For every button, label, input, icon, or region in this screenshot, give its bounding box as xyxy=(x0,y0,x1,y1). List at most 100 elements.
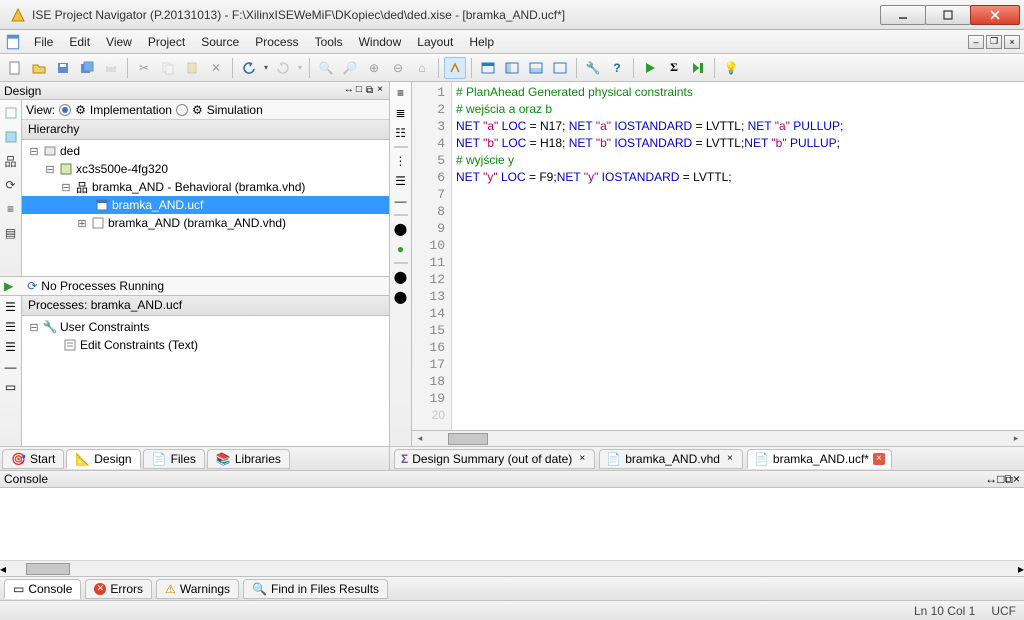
menu-process[interactable]: Process xyxy=(247,33,306,51)
menu-project[interactable]: Project xyxy=(140,33,193,51)
menu-window[interactable]: Window xyxy=(351,33,410,51)
mdi-close-button[interactable]: × xyxy=(1004,35,1020,49)
zoom-in-button[interactable]: ⊕ xyxy=(363,57,385,79)
tab-find-results[interactable]: 🔍Find in Files Results xyxy=(243,579,388,599)
editor-icon-7[interactable]: ⬤ xyxy=(394,222,407,236)
radio-implementation[interactable] xyxy=(59,104,71,116)
open-button[interactable] xyxy=(28,57,50,79)
menu-view[interactable]: View xyxy=(98,33,140,51)
window-4-button[interactable] xyxy=(549,57,571,79)
play-icon[interactable]: ▶ xyxy=(4,279,13,293)
window-3-button[interactable] xyxy=(525,57,547,79)
code-editor[interactable]: 1234567891011121314151617181920 # PlanAh… xyxy=(412,82,1024,430)
tab-console[interactable]: ▭Console xyxy=(4,579,81,599)
tab-design[interactable]: 📐Design xyxy=(66,449,140,469)
save-all-button[interactable] xyxy=(76,57,98,79)
radio-simulation[interactable] xyxy=(176,104,188,116)
panel-autohide-icon[interactable]: ⧉ xyxy=(364,85,375,97)
close-tab-icon[interactable]: × xyxy=(873,453,885,465)
design-icon[interactable] xyxy=(2,104,20,122)
console-body[interactable] xyxy=(0,488,1024,560)
editor-icon-4[interactable]: ⋮ xyxy=(395,154,407,168)
console-autohide-icon[interactable]: ⧉ xyxy=(1004,472,1013,487)
proc-icon-1[interactable]: ☰ xyxy=(5,300,16,314)
node-top[interactable]: bramka_AND - Behavioral (bramka.vhd) xyxy=(92,180,305,194)
tab-start[interactable]: 🎯Start xyxy=(2,449,64,469)
close-tab-icon[interactable]: × xyxy=(576,453,588,465)
layout-toggle-button[interactable] xyxy=(444,57,466,79)
tab-libraries[interactable]: 📚Libraries xyxy=(207,449,290,469)
rerun-button[interactable] xyxy=(687,57,709,79)
menu-layout[interactable]: Layout xyxy=(409,33,461,51)
window-1-button[interactable] xyxy=(477,57,499,79)
tab-errors[interactable]: ✕Errors xyxy=(85,579,152,599)
editor-icon-9[interactable]: ⬤ xyxy=(394,290,407,304)
tab-files[interactable]: 📄Files xyxy=(143,449,205,469)
save-button[interactable] xyxy=(52,57,74,79)
undo-button[interactable] xyxy=(238,57,260,79)
expand-all-icon[interactable]: ▤ xyxy=(2,224,20,242)
console-dock-icon[interactable]: ↔ xyxy=(985,472,997,486)
editor-icon-6[interactable]: — xyxy=(395,194,407,208)
panel-dock-left-icon[interactable]: ↔ xyxy=(344,85,354,96)
paste-button[interactable] xyxy=(181,57,203,79)
refresh-icon[interactable]: ⟳ xyxy=(2,176,20,194)
proc-icon-3[interactable]: ☰ xyxy=(5,340,16,354)
tool-whatsthis-button[interactable]: ? xyxy=(606,57,628,79)
run-button[interactable] xyxy=(639,57,661,79)
menu-edit[interactable]: Edit xyxy=(61,33,98,51)
panel-float-icon[interactable]: □ xyxy=(354,85,364,96)
print-button[interactable] xyxy=(100,57,122,79)
hierarchy-icon[interactable]: 品 xyxy=(2,152,20,170)
zoom-out-button[interactable]: ⊖ xyxy=(387,57,409,79)
editor-icon-5[interactable]: ☰ xyxy=(395,174,406,188)
code-text[interactable]: # PlanAhead Generated physical constrain… xyxy=(452,82,1024,430)
cut-button[interactable]: ✂ xyxy=(133,57,155,79)
node-inst[interactable]: bramka_AND (bramka_AND.vhd) xyxy=(108,216,286,230)
gear-icon[interactable]: ⚙ xyxy=(75,103,86,117)
panel-close-icon[interactable]: × xyxy=(375,85,385,96)
hierarchy-tree[interactable]: ⊟ded ⊟xc3s500e-4fg320 ⊟品bramka_AND - Beh… xyxy=(22,140,389,276)
node-project[interactable]: ded xyxy=(60,144,80,158)
mdi-minimize-button[interactable]: – xyxy=(968,35,984,49)
sim-gear-icon[interactable]: ⚙ xyxy=(192,103,203,117)
refresh-proc-icon[interactable]: ⟳ xyxy=(27,279,37,293)
mdi-restore-button[interactable]: ❐ xyxy=(986,35,1002,49)
new-button[interactable] xyxy=(4,57,26,79)
console-hscrollbar[interactable]: ◂▸ xyxy=(0,560,1024,576)
menu-tools[interactable]: Tools xyxy=(307,33,351,51)
menu-file[interactable]: File xyxy=(26,33,61,51)
sources-icon[interactable] xyxy=(2,128,20,146)
menu-source[interactable]: Source xyxy=(193,33,247,51)
maximize-button[interactable] xyxy=(925,5,971,25)
editor-icon-1[interactable]: ≡ xyxy=(397,86,404,100)
proc-icon-4[interactable]: — xyxy=(5,360,17,374)
close-button[interactable] xyxy=(970,5,1020,25)
tool-wrench-button[interactable]: 🔧 xyxy=(582,57,604,79)
tab-warnings[interactable]: ⚠Warnings xyxy=(156,579,239,599)
editor-bulb-icon[interactable]: ● xyxy=(397,242,404,256)
node-edit-constraints[interactable]: Edit Constraints (Text) xyxy=(80,338,198,352)
tab-bramka-ucf[interactable]: 📄bramka_AND.ucf*× xyxy=(747,449,892,469)
find-button[interactable]: 🔍 xyxy=(315,57,337,79)
zoom-fit-button[interactable]: ⌂ xyxy=(411,57,433,79)
editor-icon-2[interactable]: ≣ xyxy=(395,106,405,120)
bulb-button[interactable]: 💡 xyxy=(720,57,742,79)
tab-design-summary[interactable]: ΣDesign Summary (out of date)× xyxy=(394,449,595,469)
collapse-all-icon[interactable]: ≡ xyxy=(2,200,20,218)
close-tab-icon[interactable]: × xyxy=(724,453,736,465)
editor-hscrollbar[interactable]: ◂▸ xyxy=(412,430,1024,446)
editor-icon-8[interactable]: ⬤ xyxy=(394,270,407,284)
menu-help[interactable]: Help xyxy=(461,33,502,51)
sigma-button[interactable]: Σ xyxy=(663,57,685,79)
proc-icon-2[interactable]: ☰ xyxy=(5,320,16,334)
process-tree[interactable]: ⊟🔧User Constraints Edit Constraints (Tex… xyxy=(22,316,389,446)
window-2-button[interactable] xyxy=(501,57,523,79)
find-files-button[interactable]: 🔎 xyxy=(339,57,361,79)
node-ucf[interactable]: bramka_AND.ucf xyxy=(112,198,203,212)
proc-icon-5[interactable]: ▭ xyxy=(5,380,16,394)
delete-button[interactable]: ✕ xyxy=(205,57,227,79)
node-device[interactable]: xc3s500e-4fg320 xyxy=(76,162,168,176)
minimize-button[interactable] xyxy=(880,5,926,25)
redo-button[interactable] xyxy=(272,57,294,79)
